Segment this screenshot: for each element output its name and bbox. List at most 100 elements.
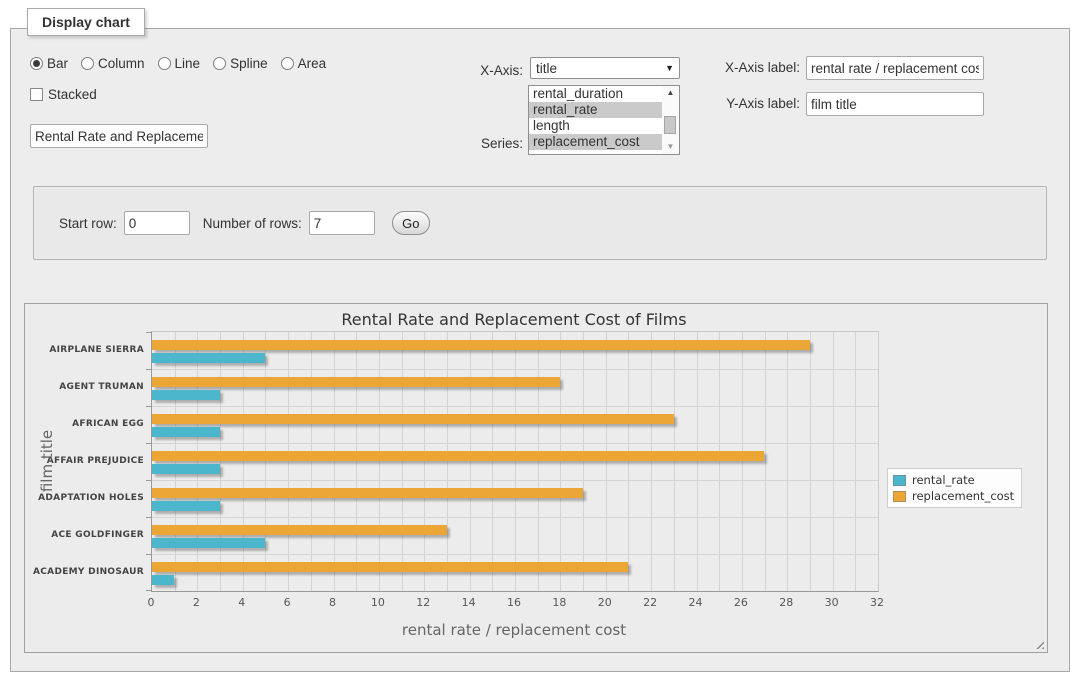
- x-tick-label: 28: [771, 596, 801, 609]
- x-axis-title: rental rate / replacement cost: [151, 621, 877, 639]
- legend-entry-rental_rate: rental_rate: [893, 472, 1014, 488]
- y-axis-tick: [146, 517, 152, 518]
- x-tick-label: 0: [136, 596, 166, 609]
- legend-entry-replacement_cost: replacement_cost: [893, 488, 1014, 504]
- chart-type-option-column[interactable]: Column: [81, 56, 145, 71]
- category-label: AIRPLANE SIERRA: [25, 345, 144, 355]
- x-axis-select[interactable]: title ▼: [530, 57, 680, 79]
- x-axis-label-input[interactable]: [806, 56, 984, 80]
- y-axis-tick: [146, 369, 152, 370]
- chart-title-input[interactable]: [30, 124, 208, 148]
- x-axis-select-label: X-Axis:: [420, 63, 523, 78]
- radio-icon[interactable]: [30, 57, 43, 70]
- gridline: [152, 369, 878, 370]
- radio-label: Bar: [47, 56, 68, 71]
- series-options[interactable]: rental_durationrental_ratelengthreplacem…: [529, 86, 662, 154]
- radio-label: Line: [175, 56, 201, 71]
- series-option-rental_duration[interactable]: rental_duration: [529, 86, 662, 102]
- scrollbar-thumb[interactable]: [664, 116, 676, 134]
- gridline: [697, 332, 698, 591]
- scroll-down-icon[interactable]: ▼: [662, 140, 679, 154]
- number-of-rows-input[interactable]: [309, 211, 375, 235]
- radio-icon[interactable]: [158, 57, 171, 70]
- bar-rental-rate: [152, 390, 220, 400]
- start-row-label: Start row:: [59, 216, 117, 231]
- chart-type-option-line[interactable]: Line: [158, 56, 201, 71]
- bar-replacement-cost: [152, 340, 810, 350]
- gridline: [651, 332, 652, 591]
- bar-replacement-cost: [152, 414, 674, 424]
- x-tick-label: 14: [454, 596, 484, 609]
- rows-panel: Start row: Number of rows: Go: [33, 186, 1047, 260]
- radio-label: Spline: [230, 56, 268, 71]
- gridline: [560, 332, 561, 591]
- gridline: [855, 332, 856, 591]
- gridline: [628, 332, 629, 591]
- series-option-rental_rate[interactable]: rental_rate: [529, 102, 662, 118]
- bar-rental-rate: [152, 464, 220, 474]
- bar-replacement-cost: [152, 525, 447, 535]
- radio-icon[interactable]: [213, 57, 226, 70]
- start-row-input[interactable]: [124, 211, 190, 235]
- bar-replacement-cost: [152, 377, 560, 387]
- x-tick-label: 8: [318, 596, 348, 609]
- gridline: [311, 332, 312, 591]
- series-scrollbar[interactable]: ▲ ▼: [662, 86, 679, 154]
- x-tick-label: 26: [726, 596, 756, 609]
- chart-type-radiogroup[interactable]: Bar Column Line Spline Area: [30, 54, 326, 72]
- stacked-checkbox[interactable]: [30, 88, 43, 101]
- resize-handle-icon[interactable]: [1033, 638, 1044, 649]
- series-listbox[interactable]: rental_durationrental_ratelengthreplacem…: [528, 85, 680, 155]
- gridline: [424, 332, 425, 591]
- bar-replacement-cost: [152, 562, 628, 572]
- legend-label: rental_rate: [912, 473, 975, 487]
- go-button[interactable]: Go: [392, 211, 430, 235]
- y-axis-tick: [146, 332, 152, 333]
- x-tick-label: 24: [681, 596, 711, 609]
- gridline: [515, 332, 516, 591]
- gridline: [152, 480, 878, 481]
- radio-label: Area: [298, 56, 327, 71]
- chart-title: Rental Rate and Replacement Cost of Film…: [151, 310, 877, 329]
- y-axis-label-input[interactable]: [806, 92, 984, 116]
- page: Display chart BarColumnLineSplineArea St…: [0, 0, 1081, 681]
- stacked-checkbox-row[interactable]: Stacked: [30, 86, 97, 102]
- bar-replacement-cost: [152, 488, 583, 498]
- gridline: [152, 554, 878, 555]
- gridline: [220, 332, 221, 591]
- category-label: ACE GOLDFINGER: [25, 530, 144, 540]
- x-tick-label: 18: [544, 596, 574, 609]
- radio-label: Column: [98, 56, 145, 71]
- gridline: [492, 332, 493, 591]
- bar-rental-rate: [152, 501, 220, 511]
- chart-type-option-bar[interactable]: Bar: [30, 56, 68, 71]
- gridline: [447, 332, 448, 591]
- gridline: [334, 332, 335, 591]
- radio-icon[interactable]: [81, 57, 94, 70]
- series-option-replacement_cost[interactable]: replacement_cost: [529, 134, 662, 150]
- radio-icon[interactable]: [281, 57, 294, 70]
- x-tick-label: 30: [817, 596, 847, 609]
- legend-swatch-icon: [893, 491, 906, 502]
- x-tick-label: 6: [272, 596, 302, 609]
- x-tick-label: 16: [499, 596, 529, 609]
- y-axis-tick: [146, 590, 152, 591]
- gridline: [243, 332, 244, 591]
- bar-rental-rate: [152, 427, 220, 437]
- scroll-up-icon[interactable]: ▲: [662, 86, 679, 100]
- stacked-label: Stacked: [48, 87, 97, 102]
- series-option-length[interactable]: length: [529, 118, 662, 134]
- number-of-rows-label: Number of rows:: [203, 216, 302, 231]
- chart-type-option-spline[interactable]: Spline: [213, 56, 268, 71]
- x-tick-label: 12: [408, 596, 438, 609]
- y-axis-tick: [146, 554, 152, 555]
- gridline: [288, 332, 289, 591]
- gridline: [742, 332, 743, 591]
- gridline: [606, 332, 607, 591]
- y-axis-title: film title: [38, 391, 54, 531]
- x-tick-label: 32: [862, 596, 892, 609]
- chart-type-option-area[interactable]: Area: [281, 56, 327, 71]
- bar-rental-rate: [152, 353, 265, 363]
- gridline: [152, 443, 878, 444]
- x-tick-label: 2: [181, 596, 211, 609]
